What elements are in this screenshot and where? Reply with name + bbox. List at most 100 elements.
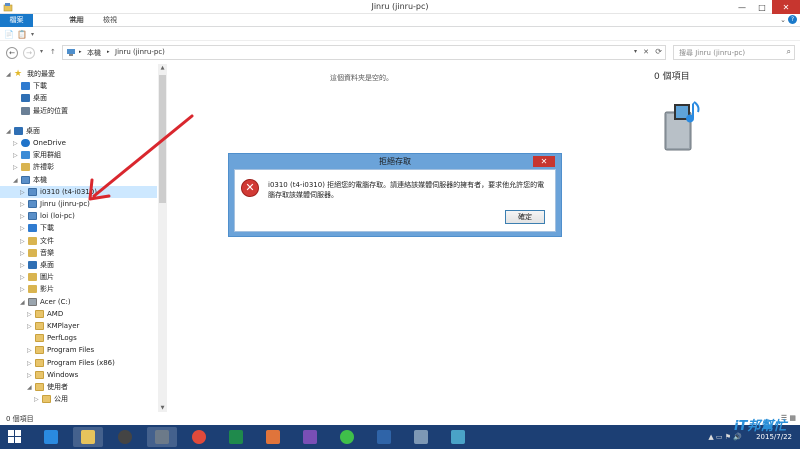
vs-taskbar-button[interactable]	[295, 427, 325, 447]
tab-view[interactable]: 檢視	[95, 14, 125, 27]
expand-chevron-icon[interactable]: ▷	[20, 260, 28, 272]
expand-chevron-icon[interactable]: ▷	[13, 162, 21, 174]
expand-chevron-icon[interactable]: ▷	[20, 284, 28, 296]
expand-chevron-icon[interactable]: ▷	[20, 211, 28, 223]
nav-item[interactable]: 桌面	[0, 92, 157, 104]
expand-chevron-icon[interactable]: ▷	[27, 309, 35, 321]
expand-chevron-icon[interactable]: ▷	[27, 358, 35, 370]
close-button[interactable]: ✕	[772, 0, 800, 14]
nav-item[interactable]: ▷ 影片	[0, 283, 157, 295]
network-pc-icon	[28, 212, 37, 221]
screenshot-icon	[451, 430, 465, 444]
nav-item[interactable]: ◢ 使用者	[0, 381, 157, 393]
screenshot-taskbar-button[interactable]	[443, 427, 473, 447]
expand-chevron-icon[interactable]: ◢	[27, 382, 35, 394]
breadcrumb-separator[interactable]: ▸	[79, 49, 82, 55]
nav-item-label: Program Files (x86)	[47, 358, 115, 367]
music-icon	[28, 248, 37, 257]
expand-chevron-icon[interactable]: ▷	[20, 199, 28, 211]
breadcrumb-current[interactable]: Jinru (jinru-pc)	[115, 48, 165, 56]
network-icon	[414, 430, 428, 444]
expand-chevron-icon[interactable]: ◢	[20, 297, 28, 309]
refresh-icon[interactable]: ⟳	[655, 47, 662, 56]
search-icon[interactable]: ⌕	[787, 47, 791, 57]
nav-item[interactable]: ▷ 音樂	[0, 247, 157, 259]
nav-item[interactable]: ▷ KMPlayer	[0, 320, 157, 332]
expand-chevron-icon[interactable]: ◢	[6, 69, 14, 81]
properties-icon[interactable]: 📋	[17, 30, 27, 39]
expand-chevron-icon[interactable]: ▷	[13, 150, 21, 162]
nav-item[interactable]: ▷ Program Files	[0, 344, 157, 356]
expand-chevron-icon[interactable]: ▷	[20, 187, 28, 199]
user-folder-icon	[21, 163, 30, 172]
minimize-button[interactable]: —	[732, 0, 752, 14]
up-button[interactable]: ↑	[50, 48, 56, 56]
chrome-taskbar-button[interactable]	[184, 427, 214, 447]
media-taskbar-button[interactable]	[147, 427, 177, 447]
address-bar[interactable]: ▸ 本機 ▸ Jinru (jinru-pc) ▾ ✕ ⟳	[62, 45, 666, 60]
nav-item[interactable]: ▷ 文件	[0, 235, 157, 247]
tab-share[interactable]: 共用	[62, 14, 92, 27]
nav-item-label: 最近的位置	[33, 106, 68, 115]
empty-folder-message: 這個資料夾是空的。	[330, 74, 393, 82]
back-button[interactable]: ←	[6, 47, 18, 59]
camera-taskbar-button[interactable]	[110, 427, 140, 447]
nav-item[interactable]: PerfLogs	[0, 332, 157, 344]
network-taskbar-button[interactable]	[406, 427, 436, 447]
nav-item[interactable]: ▷ Windows	[0, 369, 157, 381]
expand-chevron-icon[interactable]: ◢	[6, 126, 14, 138]
dialog-close-button[interactable]: ✕	[533, 156, 555, 167]
address-dropdown-icon[interactable]: ▾	[634, 48, 637, 55]
start-button[interactable]	[8, 430, 22, 444]
expand-chevron-icon[interactable]: ◢	[13, 175, 21, 187]
nav-item-label: 我的最愛	[27, 70, 55, 78]
nav-item[interactable]: 下載	[0, 80, 157, 92]
vs-icon	[303, 430, 317, 444]
clear-address-icon[interactable]: ✕	[643, 48, 649, 56]
explorer-taskbar-button[interactable]	[73, 427, 103, 447]
nav-item[interactable]: ▷ 公用	[0, 393, 157, 405]
expand-chevron-icon[interactable]: ▷	[27, 370, 35, 382]
nav-item[interactable]: ◢ ★ 我的最愛	[0, 68, 157, 80]
videos-icon	[28, 285, 37, 294]
folder-icon	[35, 322, 44, 330]
tab-file[interactable]: 檔案	[0, 14, 33, 27]
line-icon	[340, 430, 354, 444]
system-tray-icons[interactable]: ▲ ▭ ⚑ 🔊	[708, 433, 742, 441]
ribbon-expand-icon[interactable]: ⌄	[780, 16, 786, 24]
expand-chevron-icon[interactable]: ▷	[20, 248, 28, 260]
forward-button[interactable]: →	[23, 47, 35, 59]
expand-chevron-icon[interactable]: ▷	[34, 394, 42, 406]
expand-chevron-icon[interactable]: ▷	[20, 236, 28, 248]
new-file-icon[interactable]: 📄	[4, 30, 14, 39]
virtualbox-taskbar-button[interactable]	[369, 427, 399, 447]
ok-button[interactable]: 確定	[505, 210, 545, 224]
scroll-down-icon[interactable]: ▼	[158, 405, 167, 411]
breadcrumb-separator[interactable]: ▸	[107, 49, 110, 55]
expand-chevron-icon[interactable]: ▷	[13, 138, 21, 150]
expand-chevron-icon[interactable]: ▷	[20, 272, 28, 284]
nav-item[interactable]: ▷ 下載	[0, 222, 157, 234]
nav-item[interactable]: ▷ 桌面	[0, 259, 157, 271]
photo-taskbar-button[interactable]	[258, 427, 288, 447]
nav-item[interactable]: ▷ loi (loi-pc)	[0, 210, 157, 222]
help-icon[interactable]: ?	[788, 15, 797, 24]
photo-icon	[266, 430, 280, 444]
scroll-up-icon[interactable]: ▲	[158, 65, 167, 71]
nav-item[interactable]: ▷ 圖片	[0, 271, 157, 283]
excel-taskbar-button[interactable]	[221, 427, 251, 447]
expand-chevron-icon[interactable]: ▷	[27, 345, 35, 357]
nav-item[interactable]: ▷ Program Files (x86)	[0, 357, 157, 369]
nav-item[interactable]: ◢ Acer (C:)	[0, 296, 157, 308]
search-input[interactable]: 搜尋 Jinru (jinru-pc) ⌕	[673, 45, 795, 60]
ie-taskbar-button[interactable]	[36, 427, 66, 447]
expand-chevron-icon[interactable]: ▷	[20, 223, 28, 235]
ribbon-tabs: 檔案 常用 共用 檢視 ⌄ ?	[0, 14, 800, 27]
line-taskbar-button[interactable]	[332, 427, 362, 447]
breadcrumb-this-pc[interactable]: 本機	[87, 48, 101, 58]
recent-locations-icon[interactable]: ▾	[40, 48, 43, 55]
expand-chevron-icon[interactable]: ▷	[27, 321, 35, 333]
nav-item[interactable]: ▷ AMD	[0, 308, 157, 320]
maximize-button[interactable]: □	[752, 0, 772, 14]
qat-dropdown-icon[interactable]: ▾	[31, 31, 34, 38]
